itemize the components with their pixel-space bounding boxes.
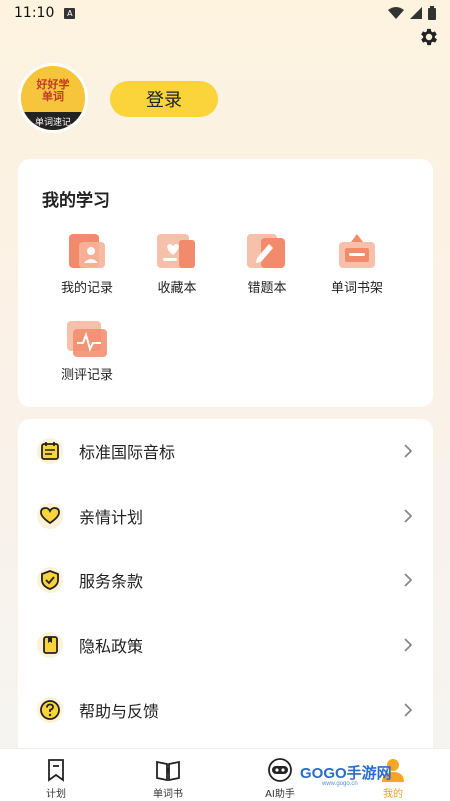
bookmark-icon [48, 759, 64, 782]
login-button[interactable]: 登录 [110, 81, 218, 117]
tab-plan[interactable]: 计划 [21, 749, 91, 801]
study-label-favorites: 收藏本 [157, 281, 197, 296]
menu-item-help[interactable]: 帮助与反馈 [18, 678, 433, 742]
avatar-band-text: 单词速记 [21, 112, 85, 130]
avatar[interactable]: 好好学 单词 单词速记 [18, 63, 88, 133]
menu-item-family-plan[interactable]: 亲情计划 [18, 484, 433, 548]
settings-gear-icon[interactable] [418, 26, 440, 48]
chevron-right-icon [404, 703, 413, 717]
study-item-records[interactable]: 我的记录 [42, 234, 132, 304]
chevron-right-icon [404, 509, 413, 523]
robot-icon [268, 758, 292, 782]
menu-label-terms: 服务条款 [79, 572, 144, 591]
study-item-bookshelf[interactable]: 单词书架 [312, 234, 402, 304]
menu-label-phonetics: 标准国际音标 [79, 443, 176, 462]
status-indicators [388, 6, 436, 20]
watermark-logo: GOGO手游网 www.gogo.cn [300, 762, 392, 787]
tab-label-ai-assistant: AI助手 [265, 789, 295, 800]
status-bar: 11:10 A [0, 0, 450, 26]
status-time: 11:10 [14, 5, 55, 21]
chevron-right-icon [404, 573, 413, 587]
study-label-assessment: 测评记录 [60, 368, 113, 383]
study-item-assessment[interactable]: 测评记录 [42, 321, 132, 391]
settings-menu-card: 标准国际音标 亲情计划 服务条款 隐私政策 帮助与反馈 [18, 419, 433, 759]
calendar-icon [37, 438, 63, 464]
menu-label-family-plan: 亲情计划 [79, 508, 144, 527]
study-item-mistakes[interactable]: 错题本 [222, 234, 312, 304]
tab-label-wordbook: 单词书 [153, 789, 183, 800]
favorites-icon [157, 234, 195, 268]
wifi-icon [388, 7, 404, 19]
avatar-logo-text: 好好学 单词 [36, 78, 70, 103]
question-icon [37, 697, 63, 723]
menu-label-privacy: 隐私政策 [79, 637, 144, 656]
tab-label-mine: 我的 [383, 789, 403, 800]
tab-label-plan: 计划 [46, 789, 66, 800]
shield-check-icon [37, 567, 63, 593]
notification-a-icon: A [64, 7, 76, 19]
mistakes-icon [247, 234, 285, 268]
book-icon [37, 632, 63, 658]
study-label-bookshelf: 单词书架 [330, 281, 383, 296]
study-label-mistakes: 错题本 [247, 281, 287, 296]
battery-icon [428, 6, 436, 20]
bookshelf-icon [339, 234, 375, 268]
chevron-right-icon [404, 638, 413, 652]
my-study-card: 我的学习 我的记录 收藏本 错题本 单词书架 测评记录 [18, 159, 433, 407]
assessment-icon [67, 321, 107, 357]
study-title: 我的学习 [42, 191, 110, 211]
record-icon [69, 234, 105, 268]
study-item-favorites[interactable]: 收藏本 [132, 234, 222, 304]
tab-wordbook[interactable]: 单词书 [133, 749, 203, 801]
chevron-right-icon [404, 444, 413, 458]
signal-icon [410, 7, 422, 19]
menu-item-phonetics[interactable]: 标准国际音标 [18, 419, 433, 483]
open-book-icon [156, 760, 180, 782]
menu-item-privacy[interactable]: 隐私政策 [18, 613, 433, 677]
heart-icon [37, 503, 63, 529]
study-label-records: 我的记录 [60, 281, 113, 296]
menu-item-terms[interactable]: 服务条款 [18, 548, 433, 612]
watermark-text: GOGO手游网 [300, 765, 392, 782]
menu-label-help: 帮助与反馈 [79, 702, 160, 721]
